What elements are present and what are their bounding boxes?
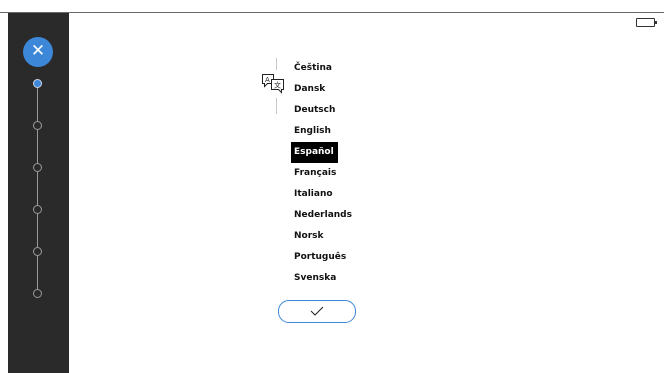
close-button[interactable]: ✕ [23,37,53,67]
language-option[interactable]: English [291,121,335,142]
step-dot-4[interactable] [33,205,42,214]
close-icon: ✕ [30,41,46,61]
language-option[interactable]: Svenska [291,268,340,289]
step-dot-3[interactable] [33,163,42,172]
progress-track [37,86,38,294]
step-dot-5[interactable] [33,247,42,256]
confirm-button[interactable] [278,300,356,323]
sidebar: ✕ [8,13,69,373]
language-option[interactable]: Português [291,247,350,268]
step-dot-1[interactable] [33,79,42,88]
language-option[interactable]: Español [291,142,338,163]
checkmark-icon [310,306,324,316]
language-option[interactable]: Nederlands [291,205,356,226]
language-option[interactable]: Italiano [291,184,337,205]
step-dot-2[interactable] [33,121,42,130]
language-option[interactable]: Français [291,163,340,184]
language-option[interactable]: Dansk [291,79,329,100]
divider [276,98,277,114]
battery-icon [636,18,657,27]
language-option[interactable]: Deutsch [291,100,339,121]
language-option[interactable]: Norsk [291,226,328,247]
step-dot-6[interactable] [33,289,42,298]
top-divider [0,12,664,13]
translate-icon: A 文 [261,73,287,99]
svg-text:文: 文 [274,81,281,90]
divider [276,58,277,70]
language-list: Čeština Dansk Deutsch English Español Françai… [291,58,356,289]
svg-text:A: A [265,76,270,84]
language-option[interactable]: Čeština [291,58,336,79]
